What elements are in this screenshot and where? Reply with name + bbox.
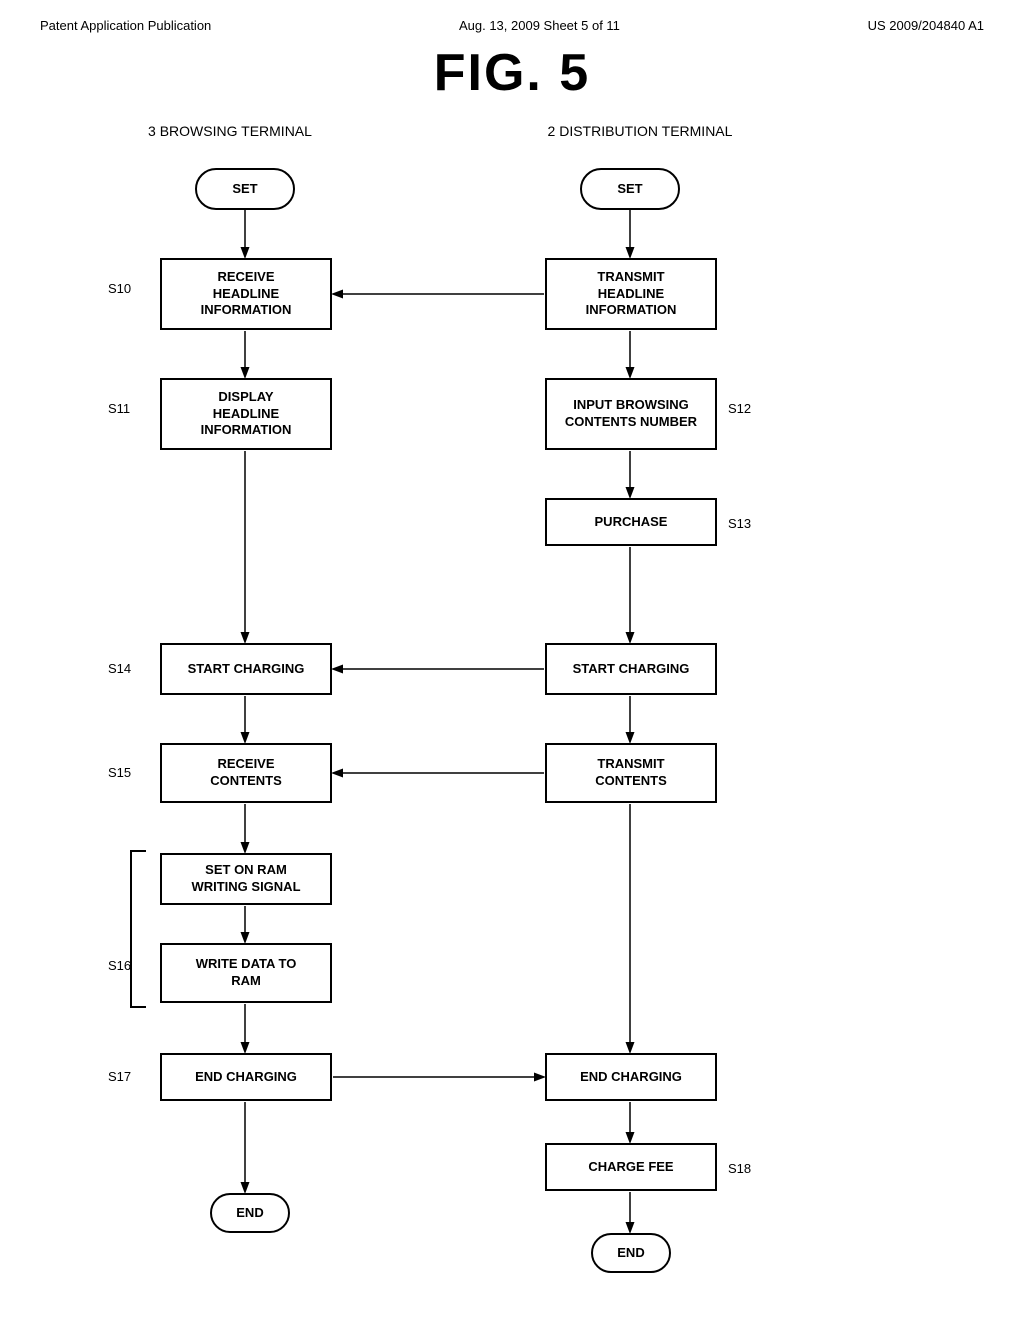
transmit-contents-box: TRANSMIT CONTENTS [545,743,717,803]
input-browsing-box: INPUT BROWSING CONTENTS NUMBER [545,378,717,450]
col-right-label: 2 DISTRIBUTION TERMINAL [530,123,750,139]
receive-contents-box: RECEIVE CONTENTS [160,743,332,803]
header-middle: Aug. 13, 2009 Sheet 5 of 11 [459,18,620,33]
write-data-box: WRITE DATA TO RAM [160,943,332,1003]
s17-label: S17 [108,1069,131,1084]
start-charging-left-box: START CHARGING [160,643,332,695]
start-charging-right-box: START CHARGING [545,643,717,695]
transmit-headline-box: TRANSMIT HEADLINE INFORMATION [545,258,717,330]
header-left: Patent Application Publication [40,18,211,33]
right-set-box: SET [580,168,680,210]
col-left-label: 3 BROWSING TERMINAL [130,123,330,139]
left-set-box: SET [195,168,295,210]
header-right: US 2009/204840 A1 [868,18,984,33]
end-charging-left-box: END CHARGING [160,1053,332,1101]
s16-label: S16 [108,958,131,973]
s15-label: S15 [108,765,131,780]
s12-label: S12 [728,401,751,416]
set-on-ram-box: SET ON RAM WRITING SIGNAL [160,853,332,905]
end-charging-right-box: END CHARGING [545,1053,717,1101]
purchase-box: PURCHASE [545,498,717,546]
receive-headline-box: RECEIVE HEADLINE INFORMATION [160,258,332,330]
s14-label: S14 [108,661,131,676]
arrows-svg [0,113,1024,1283]
s18-label: S18 [728,1161,751,1176]
end-left-box: END [210,1193,290,1233]
s10-label: S10 [108,281,131,296]
end-right-box: END [591,1233,671,1273]
fig-title: FIG. 5 [0,43,1024,103]
s11-label: S11 [108,401,130,416]
charge-fee-box: CHARGE FEE [545,1143,717,1191]
s13-label: S13 [728,516,751,531]
display-headline-box: DISPLAY HEADLINE INFORMATION [160,378,332,450]
